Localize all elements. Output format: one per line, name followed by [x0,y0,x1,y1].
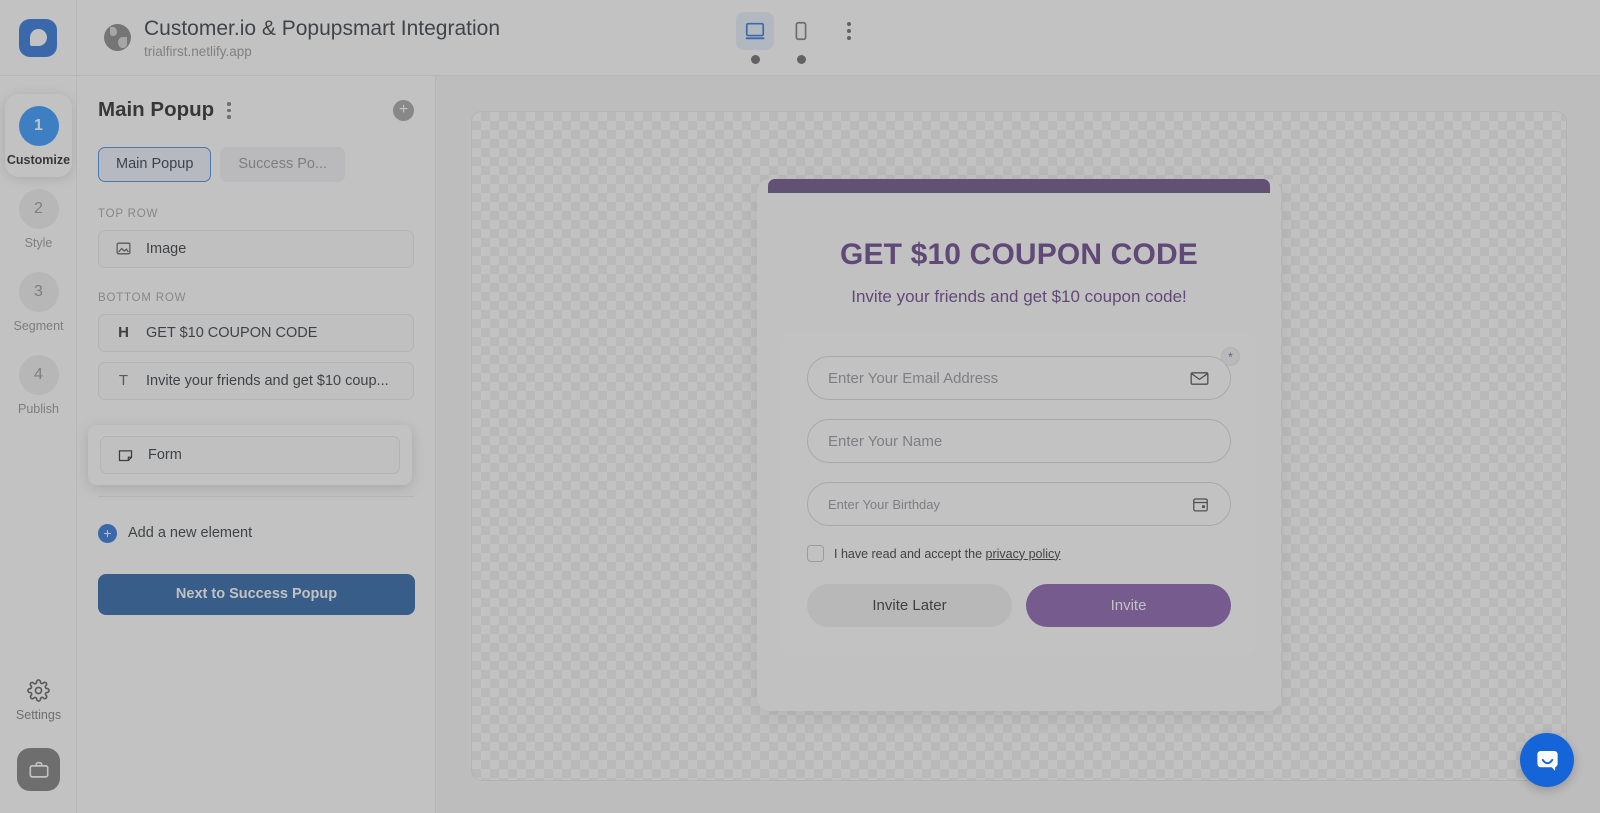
add-new-element-button[interactable]: + Add a new element [98,523,414,543]
tab-main-popup[interactable]: Main Popup [98,146,212,182]
gear-icon [27,679,50,702]
bottom-row-label: BOTTOM ROW [98,291,187,304]
step-rail: 1 Customize 2 Style 3 Segment 4 Publish … [0,76,77,813]
sidebar-header: Main Popup + [98,98,414,123]
settings-label: Settings [15,708,62,722]
device-desktop-dot [750,54,760,64]
element-label-text: Invite your friends and get $10 coup... [146,372,389,389]
element-label-form: Form [148,447,182,463]
device-mobile-dot [796,54,806,64]
consent-row: I have read and accept the privacy polic… [807,545,1231,562]
form-icon [117,447,134,464]
form-element-spotlight: Form [88,425,412,485]
top-row-label: TOP ROW [98,207,159,220]
text-icon: T [118,372,129,389]
device-mobile-wrap [782,12,820,64]
next-to-success-popup-button[interactable]: Next to Success Popup [98,573,415,615]
intercom-chat-button[interactable] [1520,733,1574,787]
plus-circle-icon: + [98,523,117,543]
step-label-style: Style [24,236,53,250]
step-number-4: 4 [18,355,59,395]
settings-button[interactable]: Settings [16,679,61,722]
page-title: Customer.io & Popupsmart Integration [144,17,501,41]
calendar-icon [1191,495,1210,514]
email-field[interactable]: Enter Your Email Address * [807,348,1239,400]
preview-canvas-frame: GET $10 COUPON CODE Invite your friends … [471,111,1567,781]
element-label-heading: GET $10 COUPON CODE [146,324,318,341]
consent-text: I have read and accept the privacy polic… [834,547,1061,561]
name-field[interactable]: Enter Your Name [807,419,1231,463]
customize-sidebar: Main Popup + Main Popup Success Po... TO… [77,76,436,813]
device-desktop-wrap [736,11,774,64]
popup-preview[interactable]: GET $10 COUPON CODE Invite your friends … [757,179,1281,711]
top-bar: Customer.io & Popupsmart Integration tri… [0,0,1600,76]
popup-top-bar [768,179,1270,193]
sidebar-title-wrap: Main Popup [98,98,235,123]
popup-subheading: Invite your friends and get $10 coupon c… [851,287,1187,306]
rail-bottom-actions: Settings [0,679,77,813]
invite-later-button[interactable]: Invite Later [807,584,1012,627]
element-row-heading[interactable]: H GET $10 COUPON CODE [98,313,414,352]
required-badge: * [1222,348,1239,365]
sidebar-title: Main Popup [98,98,215,122]
sidebar-title-menu-icon[interactable] [223,98,235,123]
step-label-segment: Segment [13,319,64,333]
image-icon [115,240,132,257]
privacy-policy-link[interactable]: privacy policy [986,547,1061,561]
intercom-chat-icon [1536,750,1558,771]
popup-button-row: Invite Later Invite [807,584,1231,627]
desktop-icon [745,22,765,39]
briefcase-icon [28,761,49,778]
briefcase-button[interactable] [17,748,60,791]
globe-icon [104,24,131,51]
sidebar-item-style[interactable]: 2 Style [0,177,77,260]
birthday-field[interactable]: Enter Your Birthday [807,482,1231,526]
sidebar-item-segment[interactable]: 3 Segment [0,260,77,343]
consent-prefix: I have read and accept the [834,546,986,561]
step-number-3: 3 [18,272,59,312]
popup-heading: GET $10 COUPON CODE [840,238,1198,271]
step-number-1: 1 [18,106,59,146]
email-field-placeholder: Enter Your Email Address [828,369,999,387]
heading-icon: H [118,324,129,341]
more-vertical-icon[interactable] [834,12,864,50]
device-desktop-button[interactable] [736,11,774,50]
add-element-label: Add a new element [128,525,253,541]
birthday-field-placeholder: Enter Your Birthday [828,496,941,512]
element-row-text[interactable]: T Invite your friends and get $10 coup..… [98,361,414,400]
element-row-image[interactable]: Image [98,229,414,268]
step-number-2: 2 [18,189,59,229]
add-popup-button[interactable]: + [393,99,414,121]
app-logo[interactable] [0,0,77,76]
element-label-image: Image [146,240,187,257]
name-field-placeholder: Enter Your Name [828,432,943,450]
step-label-publish: Publish [18,402,59,416]
popup-form-card: Enter Your Email Address * Enter Your Na… [782,332,1256,656]
app-root: Customer.io & Popupsmart Integration tri… [0,0,1600,813]
site-title-block: Customer.io & Popupsmart Integration tri… [77,16,501,59]
step-label-customize: Customize [6,153,71,167]
privacy-checkbox[interactable] [807,545,824,562]
popup-tabs: Main Popup Success Po... [98,146,414,182]
sidebar-divider [98,495,414,497]
popupsmart-logo-icon [19,18,57,57]
envelope-icon [1189,368,1210,389]
preview-canvas-area: GET $10 COUPON CODE Invite your friends … [436,76,1600,813]
device-mobile-button[interactable] [782,12,820,50]
tab-success-popup[interactable]: Success Po... [220,146,346,182]
sidebar-item-customize[interactable]: 1 Customize [5,94,72,177]
invite-button[interactable]: Invite [1026,584,1231,627]
device-switcher [736,11,864,64]
mobile-icon [795,21,807,40]
page-url: trialfirst.netlify.app [144,43,252,59]
sidebar-item-publish[interactable]: 4 Publish [0,343,77,426]
element-row-form[interactable]: Form [100,436,400,474]
